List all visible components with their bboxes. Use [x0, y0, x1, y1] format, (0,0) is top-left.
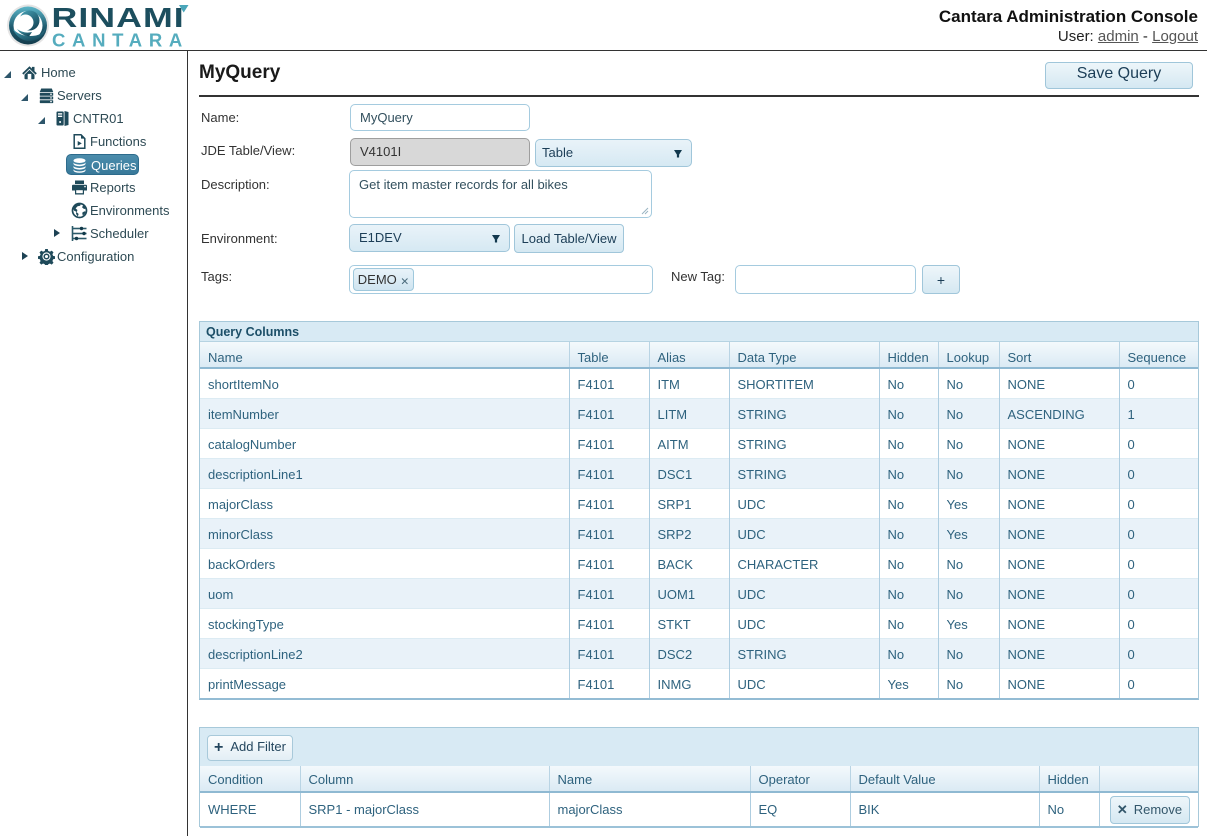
svg-text:CANTARA: CANTARA	[52, 30, 189, 50]
